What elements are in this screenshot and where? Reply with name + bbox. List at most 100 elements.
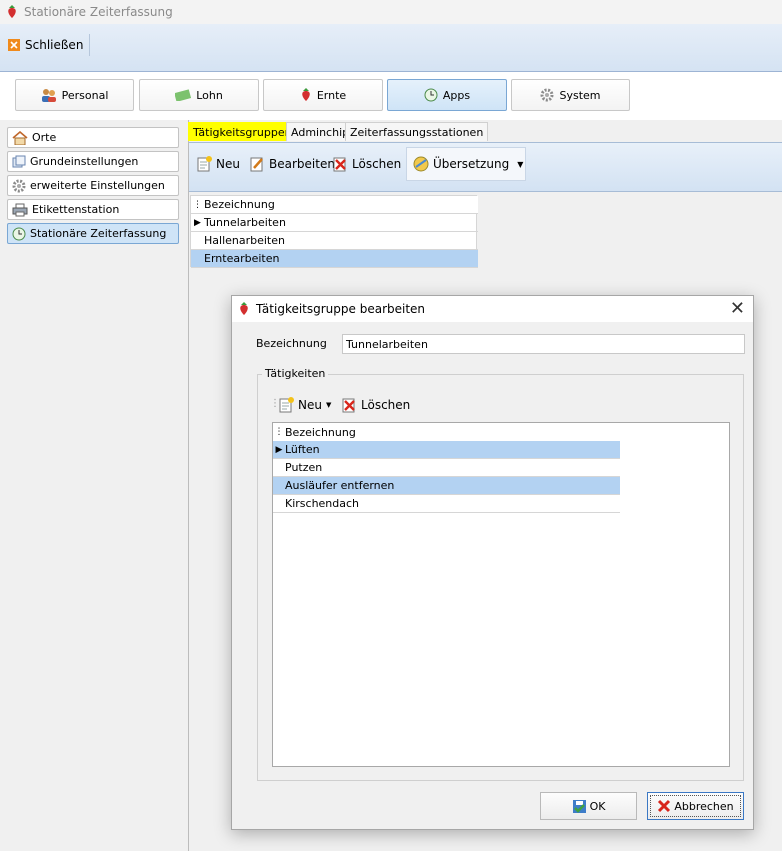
ok-label: OK <box>589 799 606 813</box>
home-icon <box>12 130 28 145</box>
new-document-icon <box>279 397 294 413</box>
grid-header-label[interactable]: Bezeichnung <box>285 426 356 439</box>
activity-new-button[interactable]: Neu ▼ <box>279 397 331 413</box>
close-icon <box>8 39 20 51</box>
ok-button[interactable]: OK <box>540 792 637 820</box>
table-cell: Hallenarbeiten <box>204 234 285 247</box>
cancel-icon <box>658 799 671 813</box>
sidebar-item-etikettenstation[interactable]: Etikettenstation <box>7 199 179 220</box>
edit-icon <box>250 157 263 172</box>
field-label: Bezeichnung <box>256 337 327 350</box>
cancel-label: Abbrechen <box>674 799 734 813</box>
printer-icon <box>12 203 28 216</box>
delete-button[interactable]: Löschen <box>333 156 401 172</box>
edit-label: Bearbeiten <box>269 157 335 171</box>
nav-system[interactable]: System <box>511 79 630 111</box>
translate-label: Übersetzung <box>433 157 510 171</box>
settings-icon <box>12 155 26 167</box>
window-title: Stationäre Zeiterfassung <box>24 5 173 19</box>
activity-delete-button[interactable]: Löschen <box>342 397 410 413</box>
new-label: Neu <box>216 157 240 171</box>
money-icon <box>175 89 192 101</box>
column-icon: ⋮ <box>274 427 284 437</box>
chevron-down-icon: ▼ <box>325 401 332 409</box>
tab-label: Adminchip <box>291 125 350 139</box>
delete-icon <box>342 398 355 413</box>
sidebar-item-grundeinstellungen[interactable]: Grundeinstellungen <box>7 151 179 172</box>
grid-header: ⋮ Bezeichnung <box>273 423 620 441</box>
sidebar-item-label: Grundeinstellungen <box>30 155 139 168</box>
sidebar-item-label: erweiterte Einstellungen <box>30 179 165 192</box>
groupbox-title: Tätigkeiten <box>262 367 329 380</box>
clock-icon <box>12 227 26 240</box>
nav-label: Personal <box>61 88 109 102</box>
delete-label: Löschen <box>352 157 402 171</box>
nav-apps[interactable]: Apps <box>387 79 507 111</box>
table-row[interactable]: Putzen <box>273 459 620 477</box>
nav-label: Lohn <box>196 88 223 102</box>
table-row[interactable]: Erntearbeiten <box>191 250 478 268</box>
tab-label: Zeiterfassungsstationen <box>350 125 484 139</box>
table-cell: Ausläufer entfernen <box>285 479 395 492</box>
sidebar-item-stationaere-zeiterfassung[interactable]: Stationäre Zeiterfassung <box>7 223 179 244</box>
grid-header-label[interactable]: Bezeichnung <box>204 198 275 211</box>
save-icon <box>572 799 586 813</box>
tab-label: Tätigkeitsgruppen <box>193 125 292 139</box>
table-cell: Erntearbeiten <box>204 252 280 265</box>
ribbon: Schließen <box>0 24 782 72</box>
grid-header: ⋮ Bezeichnung <box>191 196 478 214</box>
translate-icon <box>413 156 429 172</box>
strawberry-icon <box>240 302 248 315</box>
row-indicator-icon: ▶ <box>194 217 201 228</box>
table-row[interactable]: Hallenarbeiten <box>191 232 478 250</box>
dialog-title: Tätigkeitsgruppe bearbeiten <box>256 302 426 316</box>
table-row[interactable]: Ausläufer entfernen <box>273 477 620 495</box>
activity-delete-label: Löschen <box>361 398 411 412</box>
sidebar-item-label: Etikettenstation <box>32 203 120 216</box>
close-button[interactable]: Schließen <box>8 34 91 56</box>
groups-grid: ⋮ Bezeichnung ▶ Tunnelarbeiten Hallenarb… <box>190 195 478 268</box>
window-titlebar: Stationäre Zeiterfassung <box>0 0 782 24</box>
nav-ernte[interactable]: Ernte <box>263 79 383 111</box>
sidebar-item-orte[interactable]: Orte <box>7 127 179 148</box>
cancel-button[interactable]: Abbrechen <box>647 792 744 820</box>
table-row[interactable]: Kirschendach <box>273 495 620 513</box>
sidebar-item-erweiterte-einstellungen[interactable]: erweiterte Einstellungen <box>7 175 179 196</box>
tab-adminchip[interactable]: Adminchip <box>286 122 355 141</box>
tab-taetigkeitsgruppen[interactable]: Tätigkeitsgruppen <box>188 122 297 141</box>
edit-button[interactable]: Bearbeiten <box>250 156 335 172</box>
edit-dialog: Tätigkeitsgruppe bearbeiten ✕ Bezeichnun… <box>231 295 754 830</box>
column-icon: ⋮ <box>193 199 202 210</box>
delete-icon <box>333 157 346 172</box>
nav-label: System <box>559 88 601 102</box>
close-icon[interactable]: ✕ <box>730 298 745 319</box>
row-indicator-icon: ▶ <box>275 444 283 455</box>
clock-icon <box>424 88 438 102</box>
activities-grid: ⋮ Bezeichnung ▶ Lüften Putzen Ausläufer … <box>272 422 730 767</box>
dialog-titlebar: Tätigkeitsgruppe bearbeiten ✕ <box>232 296 753 322</box>
gear-icon <box>540 88 554 102</box>
table-cell: Lüften <box>285 443 320 456</box>
new-button[interactable]: Neu <box>197 156 240 172</box>
table-cell: Kirschendach <box>285 497 360 510</box>
people-icon <box>41 89 56 102</box>
table-cell: Putzen <box>285 461 323 474</box>
new-document-icon <box>197 156 212 172</box>
activity-new-label: Neu <box>298 398 322 412</box>
table-row[interactable]: ▶ Lüften <box>273 441 620 459</box>
name-field[interactable]: Tunnelarbeiten <box>342 334 745 354</box>
nav-personal[interactable]: Personal <box>15 79 134 111</box>
table-row[interactable]: ▶ Tunnelarbeiten <box>191 214 478 232</box>
name-field-value: Tunnelarbeiten <box>346 337 428 351</box>
strawberry-icon <box>302 88 310 101</box>
strawberry-icon <box>8 5 16 18</box>
nav-lohn[interactable]: Lohn <box>139 79 259 111</box>
close-label: Schließen <box>25 38 84 52</box>
table-cell: Tunnelarbeiten <box>204 216 286 229</box>
nav-label: Apps <box>442 88 471 102</box>
chevron-down-icon: ▼ <box>517 159 524 169</box>
sidebar-item-label: Stationäre Zeiterfassung <box>30 227 167 240</box>
nav-label: Ernte <box>316 88 347 102</box>
tab-zeiterfassungsstationen[interactable]: Zeiterfassungsstationen <box>345 122 489 141</box>
translate-button[interactable]: Übersetzung ▼ <box>406 147 526 181</box>
